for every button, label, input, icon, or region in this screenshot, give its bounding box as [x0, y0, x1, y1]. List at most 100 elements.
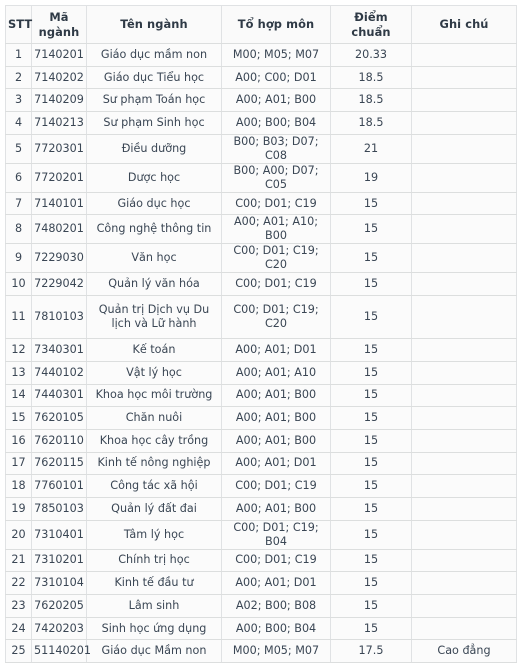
column-header-ten-nganh: Tên ngành [86, 5, 222, 44]
cell-ghi-chu [411, 594, 517, 618]
cell-diem-chuan: 15 [330, 384, 412, 408]
cell-to-hop-mon: C00; D01; C19; C20 [221, 295, 331, 340]
table-row: 24 7420203 Sinh học ứng dụng A00; B00; B04 1… [5, 617, 517, 641]
cell-ma-nganh: 7720301 [31, 134, 87, 164]
table-row: 13 7440102 Vật lý học A00; A01; A10 15 [5, 361, 517, 385]
cell-to-hop-mon: A00; A01; B00 [221, 429, 331, 453]
cell-stt: 13 [5, 361, 32, 385]
cell-diem-chuan: 15 [330, 338, 412, 362]
cell-ten-nganh: Quản lý văn hóa [86, 272, 222, 297]
cell-diem-chuan: 15 [330, 549, 412, 573]
cell-ma-nganh: 7140202 [31, 66, 87, 90]
cell-stt: 10 [5, 272, 32, 297]
cell-to-hop-mon: C00; D01; C19 [221, 272, 331, 297]
cell-diem-chuan: 15 [330, 474, 412, 498]
cell-ghi-chu [411, 66, 517, 90]
cell-ten-nganh: Kinh tế đầu tư [86, 571, 222, 595]
cell-ghi-chu [411, 88, 517, 113]
cell-stt: 21 [5, 549, 32, 573]
cell-stt: 1 [5, 43, 32, 67]
cell-stt: 6 [5, 163, 32, 193]
table-header: STT Mã ngành Tên ngành Tổ hợp môn Điểm c… [5, 5, 517, 44]
cell-ma-nganh: 7140213 [31, 111, 87, 135]
cell-ten-nganh: Sư phạm Toán học [86, 88, 222, 113]
cell-stt: 11 [5, 295, 32, 340]
cell-stt: 20 [5, 520, 32, 550]
cell-stt: 19 [5, 497, 32, 521]
table-row: 14 7440301 Khoa học môi trường A00; A01; B0… [5, 384, 517, 408]
table-row: 19 7850103 Quản lý đất đai A00; A01; B00 15 [5, 497, 517, 521]
table-row: 9 7229030 Văn học C00; D01; C19; C20 15 [5, 243, 517, 274]
table-row: 20 7310401 Tâm lý học C00; D01; C19; B04 15 [5, 520, 517, 550]
cell-to-hop-mon: C00; D01; C19 [221, 549, 331, 573]
cell-ten-nganh: Chính trị học [86, 549, 222, 573]
table-row: 7 7140101 Giáo dục học C00; D01; C19 15 [5, 192, 517, 216]
cell-to-hop-mon: M00; M05; M07 [221, 43, 331, 67]
cell-ma-nganh: 7720201 [31, 163, 87, 193]
cell-ten-nganh: Giáo dục Mầm non [86, 639, 222, 663]
cell-to-hop-mon: A00; A01; A10 [221, 361, 331, 385]
cell-ten-nganh: Văn học [86, 243, 222, 274]
diem-chuan-table: STT Mã ngành Tên ngành Tổ hợp môn Điểm c… [5, 5, 517, 663]
cell-stt: 23 [5, 594, 32, 618]
column-header-diem-chuan: Điểm chuẩn [330, 5, 412, 44]
cell-ghi-chu [411, 549, 517, 573]
table-row: 17 7620115 Kinh tế nông nghiệp A00; A01; D0… [5, 452, 517, 476]
cell-ten-nganh: Giáo dục học [86, 192, 222, 216]
table-row: 15 7620105 Chăn nuôi A00; A01; B00 15 [5, 406, 517, 430]
cell-stt: 22 [5, 571, 32, 595]
cell-ten-nganh: Sư phạm Sinh học [86, 111, 222, 135]
cell-to-hop-mon: A00; C00; D01 [221, 66, 331, 90]
table-row: 1 7140201 Giáo dục mầm non M00; M05; M07 20.… [5, 43, 517, 67]
cell-ma-nganh: 7229030 [31, 243, 87, 274]
cell-ten-nganh: Công nghệ thông tin [86, 214, 222, 245]
cell-ghi-chu [411, 617, 517, 641]
cell-diem-chuan: 15 [330, 429, 412, 453]
cell-stt: 2 [5, 66, 32, 90]
cell-ten-nganh: Quản trị Dịch vụ Du lịch và Lữ hành [86, 295, 222, 340]
cell-ghi-chu [411, 134, 517, 164]
cell-ghi-chu [411, 163, 517, 193]
cell-ma-nganh: 7440301 [31, 384, 87, 408]
cell-stt: 3 [5, 88, 32, 113]
cell-stt: 12 [5, 338, 32, 362]
cell-stt: 4 [5, 111, 32, 135]
cell-diem-chuan: 17.5 [330, 639, 412, 663]
cell-ghi-chu [411, 474, 517, 498]
column-header-ma-nganh-line1: Mã [49, 10, 69, 25]
cell-ma-nganh: 7310201 [31, 549, 87, 573]
cell-ghi-chu [411, 243, 517, 274]
cell-ghi-chu [411, 43, 517, 67]
cell-ten-nganh: Giáo dục Tiểu học [86, 66, 222, 90]
cell-ghi-chu [411, 497, 517, 521]
cell-ten-nganh: Lâm sinh [86, 594, 222, 618]
cell-ten-nganh: Kinh tế nông nghiệp [86, 452, 222, 476]
cell-stt: 17 [5, 452, 32, 476]
cell-to-hop-mon: C00; D01; C19 [221, 192, 331, 216]
cell-ten-nganh: Quản lý đất đai [86, 497, 222, 521]
cell-stt: 15 [5, 406, 32, 430]
cell-diem-chuan: 15 [330, 520, 412, 550]
column-header-to-hop-mon: Tổ hợp môn [221, 5, 331, 44]
cell-to-hop-mon: C00; D01; C19; B04 [221, 520, 331, 550]
cell-diem-chuan: 21 [330, 134, 412, 164]
cell-to-hop-mon: A00; A01; B00 [221, 406, 331, 430]
cell-to-hop-mon: A00; A01; B00 [221, 88, 331, 113]
cell-ma-nganh: 7620205 [31, 594, 87, 618]
cell-diem-chuan: 15 [330, 571, 412, 595]
cell-diem-chuan: 18.5 [330, 111, 412, 135]
cell-ten-nganh: Chăn nuôi [86, 406, 222, 430]
cell-ma-nganh: 7229042 [31, 272, 87, 297]
cell-ten-nganh: Sinh học ứng dụng [86, 617, 222, 641]
cell-ten-nganh: Vật lý học [86, 361, 222, 385]
cell-ma-nganh: 7340301 [31, 338, 87, 362]
cell-ghi-chu [411, 384, 517, 408]
cell-diem-chuan: 15 [330, 214, 412, 245]
cell-to-hop-mon: M00; M05; M07 [221, 639, 331, 663]
cell-ma-nganh: 7760101 [31, 474, 87, 498]
cell-diem-chuan: 15 [330, 272, 412, 297]
table-row: 2 7140202 Giáo dục Tiểu học A00; C00; D01 18… [5, 66, 517, 90]
cell-ghi-chu [411, 214, 517, 245]
cell-ma-nganh: 51140201 [31, 639, 91, 663]
cell-ma-nganh: 7480201 [31, 214, 87, 245]
